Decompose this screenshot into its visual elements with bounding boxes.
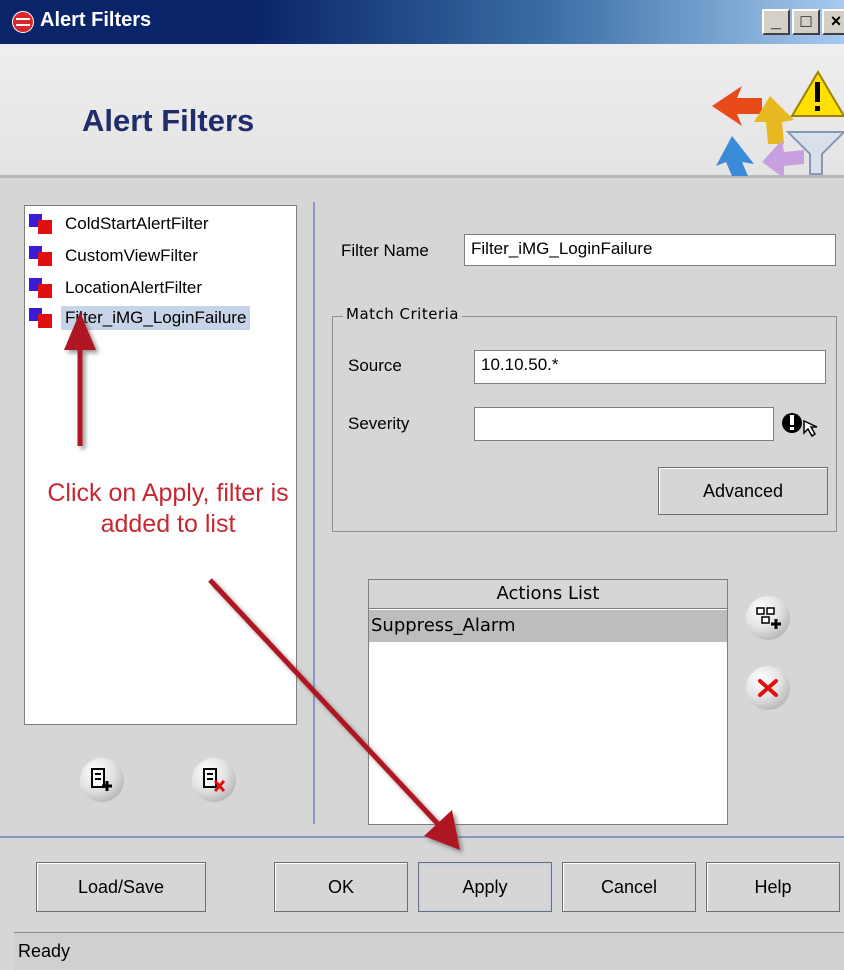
alert-filter-icon (712, 70, 844, 176)
close-button[interactable]: × (822, 9, 844, 35)
list-item-selected[interactable]: Filter_iMG_LoginFailure (29, 303, 251, 333)
filter-icon (29, 278, 53, 298)
ok-button[interactable]: OK (274, 862, 408, 912)
list-item-label: ColdStartAlertFilter (65, 214, 209, 233)
app-icon (12, 11, 34, 33)
match-criteria-label: Match Criteria (343, 305, 462, 323)
add-filter-icon (91, 768, 112, 791)
filter-icon (29, 214, 53, 234)
severity-label: Severity (348, 414, 410, 433)
list-item[interactable]: LocationAlertFilter (29, 273, 206, 303)
table-row[interactable]: Suppress_Alarm (369, 610, 727, 642)
add-filter-button[interactable] (80, 758, 124, 802)
actions-list-table[interactable]: Actions List Suppress_Alarm (368, 579, 728, 825)
add-action-icon (756, 607, 781, 629)
list-item-label: CustomViewFilter (65, 246, 198, 265)
filter-icon (29, 246, 53, 266)
advanced-button[interactable]: Advanced (658, 467, 828, 515)
maximize-button[interactable]: □ (792, 9, 820, 35)
apply-button[interactable]: Apply (418, 862, 552, 912)
horizontal-divider (0, 836, 844, 838)
window-title: Alert Filters (40, 9, 152, 31)
filter-list[interactable]: ColdStartAlertFilter CustomViewFilter Lo… (24, 205, 297, 725)
add-action-button[interactable] (746, 596, 790, 640)
delete-filter-button[interactable] (192, 758, 236, 802)
list-item-label: LocationAlertFilter (65, 278, 203, 297)
delete-filter-icon (203, 768, 226, 793)
banner-title: Alert Filters (82, 103, 255, 138)
help-button[interactable]: Help (706, 862, 840, 912)
remove-action-button[interactable] (746, 666, 790, 710)
filter-name-field[interactable]: Filter_iMG_LoginFailure (464, 234, 836, 266)
list-item[interactable]: ColdStartAlertFilter (29, 209, 213, 239)
severity-field[interactable] (474, 407, 774, 441)
close-icon (758, 679, 778, 697)
annotation-text: Click on Apply, filter is added to list (47, 479, 289, 538)
actions-list-header[interactable]: Actions List (369, 580, 727, 609)
source-label: Source (348, 356, 402, 375)
load-save-button[interactable]: Load/Save (36, 862, 206, 912)
title-bar[interactable]: Alert Filters _ □ × (0, 0, 844, 44)
list-item[interactable]: CustomViewFilter (29, 241, 202, 271)
cancel-button[interactable]: Cancel (562, 862, 696, 912)
status-text: Ready (18, 941, 71, 961)
filter-name-label: Filter Name (341, 241, 429, 260)
severity-picker-icon[interactable] (780, 411, 822, 439)
source-field[interactable]: 10.10.50.* (474, 350, 826, 384)
filter-icon (29, 308, 53, 328)
list-item-label: Filter_iMG_LoginFailure (61, 306, 251, 330)
status-bar: Ready (14, 932, 844, 970)
minimize-button[interactable]: _ (762, 9, 790, 35)
